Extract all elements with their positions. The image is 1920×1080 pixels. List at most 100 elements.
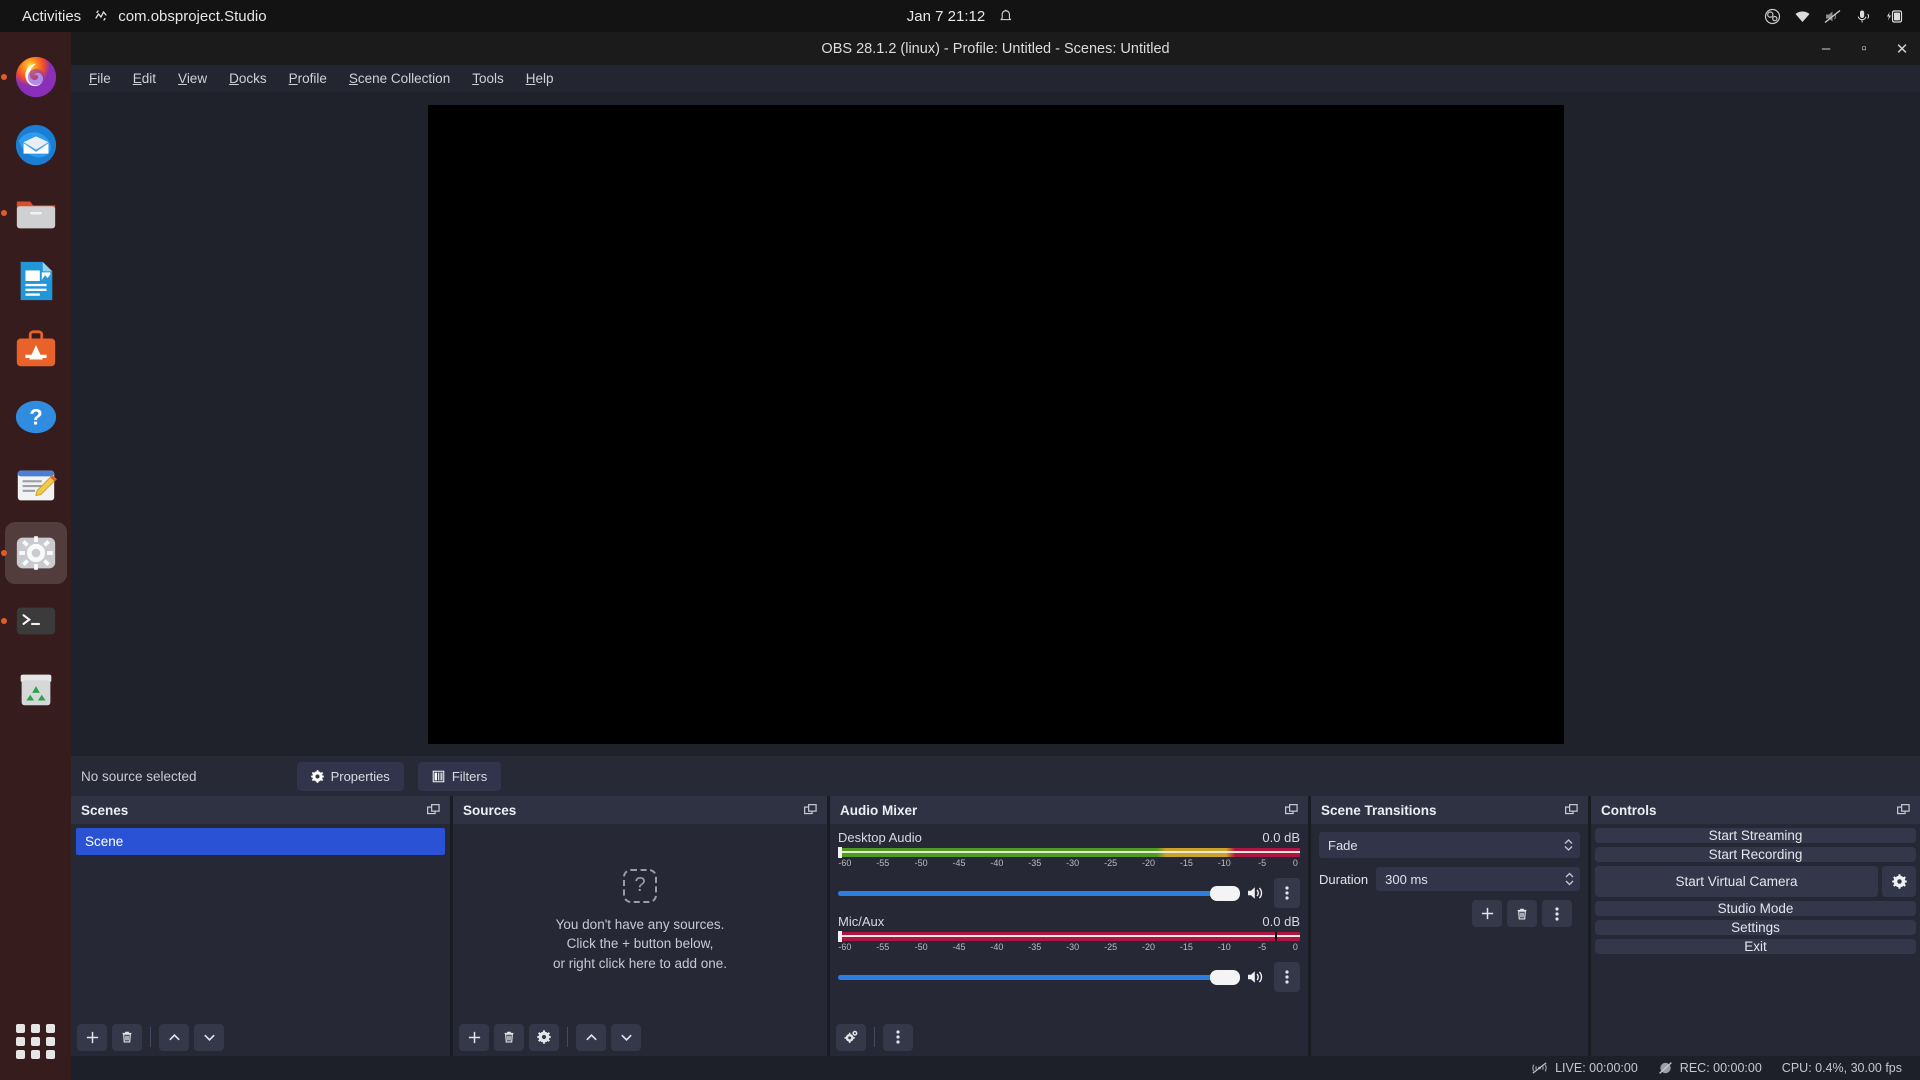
system-tray[interactable] [1764,8,1904,25]
mixer-channels: Desktop Audio 0.0 dB -60 -55 -50 -45 -40 [830,824,1308,1018]
transition-selected-label: Fade [1328,837,1358,853]
dock-item-thunderbird[interactable] [5,114,67,176]
channel-db: 0.0 dB [1262,914,1300,929]
activities-button[interactable]: Activities [0,8,93,25]
start-recording-button[interactable]: Start Recording [1595,847,1916,862]
settings-icon [16,536,55,570]
menu-help[interactable]: Help [516,67,564,90]
slider-knob[interactable] [1210,885,1241,901]
channel-menu-button[interactable] [1274,962,1300,992]
volume-slider[interactable] [838,968,1241,986]
volume-muted-icon[interactable] [1824,9,1842,24]
menu-profile[interactable]: Profile [279,67,337,90]
chevron-updown-icon [1563,837,1574,853]
minimize-button[interactable]: – [1818,40,1834,57]
close-button[interactable]: ✕ [1894,40,1910,58]
dock-item-ubuntu-software[interactable] [5,318,67,380]
obs-tray-icon[interactable] [1764,8,1781,25]
move-scene-up-button[interactable] [159,1023,189,1051]
dock-item-text-editor[interactable] [5,454,67,516]
move-source-up-button[interactable] [576,1023,606,1051]
preview-canvas[interactable] [427,104,1564,744]
help-icon: ? [15,400,56,434]
channel-menu-button[interactable] [1274,878,1300,908]
dock-item-firefox[interactable] [0,46,67,108]
popout-icon[interactable] [427,803,440,817]
menu-scene-collection[interactable]: Scene Collection [339,67,460,90]
mute-speaker-icon[interactable] [1246,969,1265,985]
exit-button[interactable]: Exit [1595,939,1916,954]
popout-icon[interactable] [1565,803,1578,817]
remove-transition-button[interactable] [1507,900,1537,927]
menu-file[interactable]: File [79,67,121,90]
volume-meter [838,847,1300,858]
transitions-dock-header: Scene Transitions [1311,796,1588,824]
advanced-audio-properties-button[interactable] [836,1023,866,1051]
popout-icon[interactable] [1285,803,1298,817]
add-transition-button[interactable] [1472,900,1502,927]
trash-icon [20,674,51,706]
remove-scene-button[interactable] [112,1023,142,1051]
clock-area[interactable]: Jan 7 21:12 [907,8,1013,25]
mixer-menu-button[interactable] [883,1023,913,1051]
notifications-bell-icon[interactable] [999,9,1013,24]
slider-knob[interactable] [1210,969,1241,985]
add-scene-button[interactable] [77,1023,107,1051]
terminal-icon [16,607,55,635]
move-source-down-button[interactable] [611,1023,641,1051]
app-indicator[interactable]: com.obsproject.Studio [93,8,267,25]
menu-view[interactable]: View [168,67,217,90]
mute-speaker-icon[interactable] [1246,885,1265,901]
scene-transitions-dock: Scene Transitions Fade Duration 300 ms [1311,796,1588,1056]
duration-label: Duration [1319,871,1369,887]
show-applications-button[interactable] [15,1020,57,1062]
menu-edit[interactable]: Edit [123,67,166,90]
move-scene-down-button[interactable] [194,1023,224,1051]
sources-list[interactable]: ? You don't have any sources. Click the … [453,824,827,1018]
dock-item-terminal[interactable] [0,590,67,652]
volume-slider[interactable] [838,884,1241,902]
source-properties-button[interactable] [529,1023,559,1051]
popout-icon[interactable] [1897,803,1910,817]
duration-spinbox[interactable]: 300 ms [1376,867,1580,891]
preview-area[interactable] [71,92,1920,756]
add-source-button[interactable] [459,1023,489,1051]
slider-fill [838,890,1226,896]
spinner-arrows-icon[interactable] [1564,870,1575,888]
scene-list-item[interactable]: Scene [76,828,445,855]
transitions-body: Fade Duration 300 ms [1311,824,1588,1056]
channel-name: Mic/Aux [838,914,885,929]
start-virtual-camera-button[interactable]: Start Virtual Camera [1595,866,1878,897]
dock-item-files[interactable] [0,182,67,244]
dock-item-help[interactable]: ? [5,386,67,448]
channel-controls [838,962,1300,992]
maximize-button[interactable]: ▫ [1856,40,1872,57]
scenes-list[interactable]: Scene [71,824,450,1018]
filters-button[interactable]: Filters [417,761,502,791]
dock-item-settings[interactable] [0,522,67,584]
remove-source-button[interactable] [494,1023,524,1051]
transition-menu-button[interactable] [1542,900,1572,927]
dock-item-trash[interactable] [5,658,67,720]
menu-tools[interactable]: Tools [462,67,514,90]
start-streaming-button[interactable]: Start Streaming [1595,828,1916,843]
scenes-toolbar [71,1018,450,1056]
microphone-icon[interactable] [1855,9,1872,24]
properties-button[interactable]: Properties [296,761,404,791]
sources-toolbar [453,1018,827,1056]
wifi-icon[interactable] [1794,9,1811,24]
ubuntu-software-icon [16,330,55,367]
virtual-camera-settings-button[interactable] [1882,866,1916,897]
settings-button[interactable]: Settings [1595,920,1916,935]
sources-title: Sources [463,802,517,818]
meter-peak-indicator [838,931,842,942]
popout-icon[interactable] [804,803,817,817]
menu-docks[interactable]: Docks [219,67,277,90]
studio-mode-button[interactable]: Studio Mode [1595,901,1916,916]
gear-icon [310,769,324,783]
battery-icon[interactable] [1885,9,1904,24]
transition-select[interactable]: Fade [1319,832,1580,858]
controls-title: Controls [1601,802,1657,818]
stream-inactive-icon [1531,1061,1548,1075]
dock-item-libreoffice-writer[interactable] [5,250,67,312]
